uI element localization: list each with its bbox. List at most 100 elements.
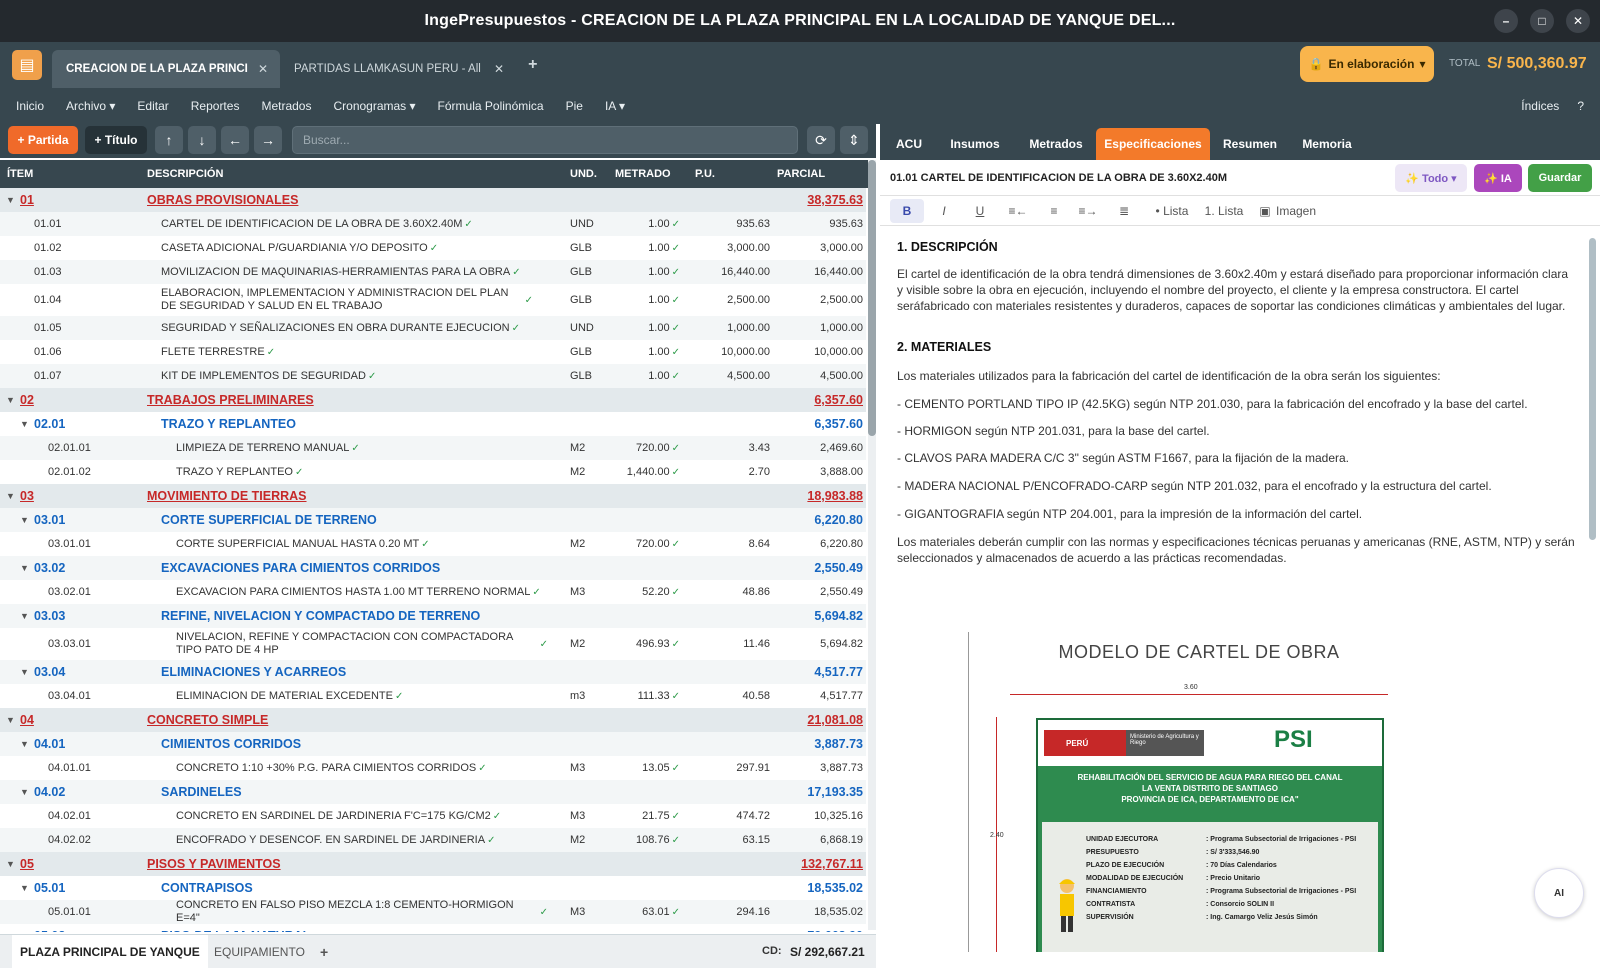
spec-scrollbar[interactable] xyxy=(1589,238,1596,540)
tab-resumen[interactable]: Resumen xyxy=(1214,128,1286,160)
table-row[interactable]: 04.02.01 CONCRETO EN SARDINEL DE JARDINER… xyxy=(0,804,866,828)
cell-descripcion[interactable]: TRABAJOS PRELIMINARES xyxy=(147,388,519,412)
cell-descripcion[interactable]: MOVILIZACION DE MAQUINARIAS-HERRAMIENTAS… xyxy=(161,260,533,284)
subchapter-row[interactable]: ▼ 03.04 ELIMINACIONES Y ACARREOS 4,517.77 xyxy=(0,660,866,684)
menu-formula-polinomica[interactable]: Fórmula Polinómica xyxy=(438,99,544,113)
cell-metrado[interactable]: 1.00 ✓ xyxy=(600,212,680,236)
col-pu[interactable]: P.U. xyxy=(695,168,715,180)
menu-pie[interactable]: Pie xyxy=(566,99,583,113)
cell-metrado[interactable]: 496.93 ✓ xyxy=(600,628,680,660)
cell-descripcion[interactable]: NIVELACION, REFINE Y COMPACTACION CON CO… xyxy=(176,628,548,660)
sheet-tab-equipamiento[interactable]: EQUIPAMIENTO xyxy=(206,935,313,968)
table-row[interactable]: 04.02.02 ENCOFRADO Y DESENCOF. EN SARDINE… xyxy=(0,828,866,852)
bullet-list-button[interactable]: • Lista xyxy=(1148,199,1196,223)
cell-descripcion[interactable]: ENCOFRADO Y DESENCOF. EN SARDINEL DE JAR… xyxy=(176,828,548,852)
cell-metrado[interactable]: 720.00 ✓ xyxy=(600,532,680,556)
col-metrado[interactable]: METRADO xyxy=(615,168,671,180)
collapse-toggle-icon[interactable]: ▼ xyxy=(6,188,15,212)
help-icon[interactable]: ? xyxy=(1577,99,1584,113)
cell-descripcion[interactable]: CORTE SUPERFICIAL MANUAL HASTA 0.20 MT ✓ xyxy=(176,532,548,556)
table-row[interactable]: 04.01.01 CONCRETO 1:10 +30% P.G. PARA CIM… xyxy=(0,756,866,780)
maximize-icon[interactable]: □ xyxy=(1530,9,1554,33)
subchapter-row[interactable]: ▼ 03.01 CORTE SUPERFICIAL DE TERRENO 6,220.… xyxy=(0,508,866,532)
align-center-icon[interactable]: ≡ xyxy=(1042,199,1066,223)
collapse-toggle-icon[interactable]: ▼ xyxy=(20,604,29,628)
table-row[interactable]: 03.04.01 ELIMINACION DE MATERIAL EXCEDENT… xyxy=(0,684,866,708)
add-titulo-button[interactable]: + Título xyxy=(85,126,147,154)
table-row[interactable]: 01.06 FLETE TERRESTRE ✓ GLB 1.00 ✓ 10,000.00 10… xyxy=(0,340,866,364)
ai-assistant-button[interactable]: AI xyxy=(1534,868,1584,918)
tab-partidas-llamkasun[interactable]: PARTIDAS LLAMKASUN PERÚ - All ✕ xyxy=(280,50,516,88)
table-row[interactable]: 03.03.01 NIVELACION, REFINE Y COMPACTACIO… xyxy=(0,628,866,660)
cell-metrado[interactable]: 111.33 ✓ xyxy=(600,684,680,708)
table-row[interactable]: 01.02 CASETA ADICIONAL P/GUARDIANIA Y/O D… xyxy=(0,236,866,260)
arrow-down-icon[interactable]: ↓ xyxy=(188,126,216,154)
table-row[interactable]: 01.07 KIT DE IMPLEMENTOS DE SEGURIDAD ✓ GLB… xyxy=(0,364,866,388)
menu-inicio[interactable]: Inicio xyxy=(16,99,44,113)
menu-indices[interactable]: Índices xyxy=(1521,99,1559,113)
col-parcial[interactable]: PARCIAL xyxy=(777,168,825,180)
cell-descripcion[interactable]: SARDINELES xyxy=(161,780,533,804)
collapse-toggle-icon[interactable]: ▼ xyxy=(6,852,15,876)
todo-ai-button[interactable]: ✨ Todo ▾ xyxy=(1395,164,1467,192)
close-tab-icon[interactable]: ✕ xyxy=(258,62,268,76)
cell-metrado[interactable]: 1.00 ✓ xyxy=(600,260,680,284)
cell-descripcion[interactable]: CONCRETO EN FALSO PISO MEZCLA 1:8 CEMENT… xyxy=(176,899,548,924)
justify-icon[interactable]: ≣ xyxy=(1112,199,1136,223)
col-item[interactable]: ÍTEM xyxy=(7,168,33,180)
expand-collapse-icon[interactable]: ⇕ xyxy=(840,126,868,154)
cell-descripcion[interactable]: MOVIMIENTO DE TIERRAS xyxy=(147,484,519,508)
cell-descripcion[interactable]: CIMIENTOS CORRIDOS xyxy=(161,732,533,756)
add-sheet-icon[interactable]: + xyxy=(312,935,336,968)
search-input[interactable]: Buscar... xyxy=(292,126,798,154)
table-row[interactable]: 03.01.01 CORTE SUPERFICIAL MANUAL HASTA 0… xyxy=(0,532,866,556)
collapse-toggle-icon[interactable]: ▼ xyxy=(20,412,29,436)
bold-button[interactable]: B xyxy=(890,199,924,223)
cell-descripcion[interactable]: PISOS Y PAVIMENTOS xyxy=(147,852,519,876)
insert-image-button[interactable]: Imagen xyxy=(1276,199,1316,223)
cell-metrado[interactable]: 21.75 ✓ xyxy=(600,804,680,828)
tab-especificaciones[interactable]: Especificaciones xyxy=(1096,128,1210,160)
subchapter-row[interactable]: ▼ 05.02 PISO DE LAJA NATURAL 79,668.90 xyxy=(0,924,866,932)
menu-cronogramas[interactable]: Cronogramas ▾ xyxy=(333,99,415,113)
subchapter-row[interactable]: ▼ 05.01 CONTRAPISOS 18,535.02 xyxy=(0,876,866,900)
cell-descripcion[interactable]: PISO DE LAJA NATURAL xyxy=(161,924,533,932)
cell-metrado[interactable]: 1.00 ✓ xyxy=(600,284,680,316)
cell-metrado[interactable]: 1.00 ✓ xyxy=(600,364,680,388)
menu-editar[interactable]: Editar xyxy=(137,99,168,113)
subchapter-row[interactable]: ▼ 04.01 CIMIENTOS CORRIDOS 3,887.73 xyxy=(0,732,866,756)
collapse-toggle-icon[interactable]: ▼ xyxy=(20,556,29,580)
table-scrollbar[interactable] xyxy=(868,160,876,930)
cell-descripcion[interactable]: TRAZO Y REPLANTEO ✓ xyxy=(176,460,548,484)
sheet-tab-plaza[interactable]: PLAZA PRINCIPAL DE YANQUE xyxy=(12,935,208,968)
cell-descripcion[interactable]: FLETE TERRESTRE ✓ xyxy=(161,340,533,364)
tab-acu[interactable]: ACU xyxy=(888,128,930,160)
menu-metrados[interactable]: Metrados xyxy=(261,99,311,113)
arrow-left-icon[interactable]: ← xyxy=(221,126,249,154)
numbered-list-button[interactable]: 1. Lista xyxy=(1200,199,1248,223)
collapse-toggle-icon[interactable]: ▼ xyxy=(20,660,29,684)
col-descripcion[interactable]: DESCRIPCIÓN xyxy=(147,168,223,180)
chapter-row[interactable]: ▼ 03 MOVIMIENTO DE TIERRAS 18,983.88 xyxy=(0,484,866,508)
collapse-toggle-icon[interactable]: ▼ xyxy=(6,708,15,732)
close-icon[interactable]: ✕ xyxy=(1566,9,1590,33)
cell-descripcion[interactable]: ELIMINACIONES Y ACARREOS xyxy=(161,660,533,684)
table-row[interactable]: 02.01.02 TRAZO Y REPLANTEO ✓ M2 1,440.00 ✓ 2.7… xyxy=(0,460,866,484)
tab-plaza-principal[interactable]: CREACION DE LA PLAZA PRINCIPAL EN LA LOC… xyxy=(52,50,280,88)
cell-metrado[interactable]: 1.00 ✓ xyxy=(600,340,680,364)
cell-metrado[interactable]: 63.01 ✓ xyxy=(600,900,680,924)
scrollbar-thumb[interactable] xyxy=(868,160,876,436)
chapter-row[interactable]: ▼ 01 OBRAS PROVISIONALES 38,375.63 xyxy=(0,188,866,212)
cell-descripcion[interactable]: TRAZO Y REPLANTEO xyxy=(161,412,533,436)
cell-descripcion[interactable]: EXCAVACION PARA CIMIENTOS HASTA 1.00 MT … xyxy=(176,580,548,604)
close-tab-icon[interactable]: ✕ xyxy=(494,62,504,76)
table-row[interactable]: 01.04 ELABORACION, IMPLEMENTACION Y ADMIN… xyxy=(0,284,866,316)
col-und[interactable]: UND. xyxy=(570,168,597,180)
cell-descripcion[interactable]: CARTEL DE IDENTIFICACION DE LA OBRA DE 3… xyxy=(161,212,533,236)
italic-button[interactable]: I xyxy=(932,199,956,223)
collapse-toggle-icon[interactable]: ▼ xyxy=(6,484,15,508)
collapse-toggle-icon[interactable]: ▼ xyxy=(20,732,29,756)
subchapter-row[interactable]: ▼ 04.02 SARDINELES 17,193.35 xyxy=(0,780,866,804)
minimize-icon[interactable]: – xyxy=(1494,9,1518,33)
tab-insumos[interactable]: Insumos xyxy=(940,128,1010,160)
